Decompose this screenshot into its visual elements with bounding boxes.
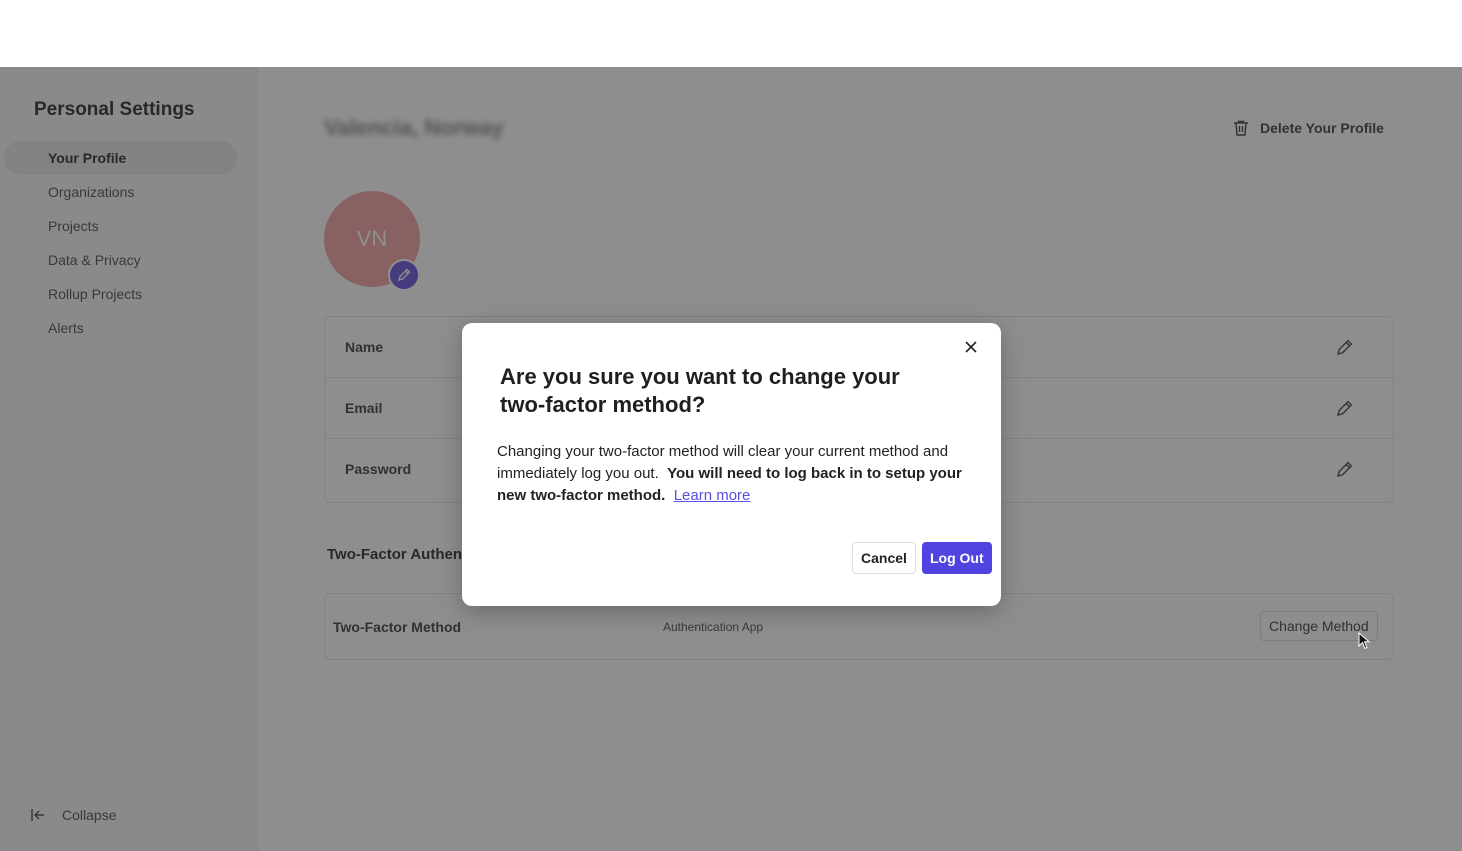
change-two-factor-dialog: Are you sure you want to change your two…	[462, 323, 1001, 606]
learn-more-link[interactable]: Learn more	[674, 487, 751, 504]
dialog-title: Are you sure you want to change your two…	[500, 364, 900, 417]
log-out-button[interactable]: Log Out	[922, 542, 992, 574]
mouse-cursor-icon	[1358, 632, 1371, 650]
close-icon	[965, 341, 977, 353]
top-bar	[0, 0, 1462, 67]
dialog-body: Changing your two-factor method will cle…	[497, 441, 977, 507]
close-button[interactable]	[962, 338, 980, 356]
cancel-button[interactable]: Cancel	[852, 542, 916, 574]
